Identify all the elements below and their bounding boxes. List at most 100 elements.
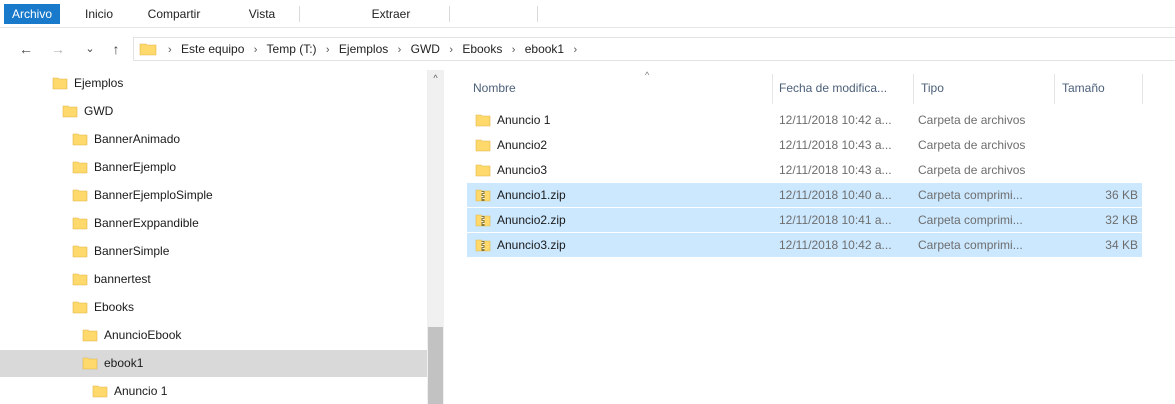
scroll-up-button[interactable]: ^ xyxy=(427,70,444,87)
tree-item-label: BannerEjemplo xyxy=(94,160,177,174)
file-row[interactable]: Anuncio2 12/11/2018 10:43 a... Carpeta de … xyxy=(467,133,1142,157)
tree-item[interactable]: BannerEjemploSimple xyxy=(0,182,427,209)
file-date: 12/11/2018 10:41 a... xyxy=(779,213,892,227)
tree-item[interactable]: BannerSimple xyxy=(0,238,427,265)
file-name: Anuncio2.zip xyxy=(497,213,566,227)
scroll-thumb[interactable] xyxy=(428,327,443,404)
file-type: Carpeta comprimi... xyxy=(918,188,1023,202)
breadcrumb-ejemplos[interactable]: Ejemplos xyxy=(339,42,388,56)
breadcrumb-separator[interactable]: › xyxy=(573,44,577,56)
breadcrumb-temp[interactable]: Temp (T:) xyxy=(267,42,317,56)
tree-item-label: BannerAnimado xyxy=(94,132,181,146)
column-divider[interactable] xyxy=(1054,74,1055,104)
column-divider[interactable] xyxy=(772,74,773,104)
breadcrumb: › Este equipo › Temp (T:) › Ejemplos › G… xyxy=(162,38,583,60)
column-header-type[interactable]: Tipo xyxy=(921,70,1051,106)
tab-inicio[interactable]: Inicio xyxy=(80,4,118,24)
folder-icon xyxy=(92,385,108,398)
folder-icon xyxy=(72,273,88,286)
tree-item[interactable]: AnuncioEbook xyxy=(0,322,427,349)
tree-item[interactable]: GWD xyxy=(0,98,427,125)
column-header-name[interactable]: Nombre ^ xyxy=(473,70,773,106)
breadcrumb-ebook1[interactable]: ebook1 xyxy=(525,42,564,56)
tree-item-label: BannerExppandible xyxy=(94,216,199,230)
file-list: Nombre ^ Fecha de modifica... Tipo Tamañ… xyxy=(445,70,1175,404)
tab-vista[interactable]: Vista xyxy=(244,4,280,24)
breadcrumb-gwd[interactable]: GWD xyxy=(411,42,440,56)
breadcrumb-ebooks[interactable]: Ebooks xyxy=(462,42,502,56)
folder-icon xyxy=(475,114,491,127)
file-row[interactable]: Anuncio1.zip 12/11/2018 10:40 a... Carpeta… xyxy=(467,183,1142,207)
navigation-pane: Ejemplos GWD BannerAnimado BannerEjemplo Ban… xyxy=(0,70,445,404)
back-button[interactable]: ← xyxy=(14,39,38,59)
tree-item-label: Anuncio 1 xyxy=(114,384,168,398)
file-row[interactable]: Anuncio3 12/11/2018 10:43 a... Carpeta de … xyxy=(467,158,1142,182)
column-header-size[interactable]: Tamaño xyxy=(1062,70,1142,106)
tree-item[interactable]: Ebooks xyxy=(0,294,427,321)
file-name: Anuncio1.zip xyxy=(497,188,566,202)
tree-item-label: BannerSimple xyxy=(94,244,170,258)
navigation-pane-scrollbar[interactable]: ^ xyxy=(427,70,444,404)
file-row[interactable]: Anuncio2.zip 12/11/2018 10:41 a... Carpeta… xyxy=(467,208,1142,232)
up-button[interactable]: ↑ xyxy=(104,39,128,59)
tree-item[interactable]: ebook1 xyxy=(0,350,427,377)
breadcrumb-separator[interactable]: › xyxy=(398,44,402,56)
column-header-name-label: Nombre xyxy=(473,81,516,95)
file-date: 12/11/2018 10:43 a... xyxy=(779,138,892,152)
folder-icon xyxy=(62,105,78,118)
recent-locations-button[interactable]: ⌄ xyxy=(82,39,98,59)
folder-icon xyxy=(475,139,491,152)
file-date: 12/11/2018 10:43 a... xyxy=(779,163,892,177)
file-date: 12/11/2018 10:40 a... xyxy=(779,188,892,202)
file-name: Anuncio3.zip xyxy=(497,238,566,252)
file-name: Anuncio 1 xyxy=(497,113,551,127)
breadcrumb-este-equipo[interactable]: Este equipo xyxy=(181,42,244,56)
breadcrumb-separator[interactable]: › xyxy=(449,44,453,56)
tree-item-label: AnuncioEbook xyxy=(104,328,182,342)
tree-item-label: bannertest xyxy=(94,272,151,286)
tree-item[interactable]: bannertest xyxy=(0,266,427,293)
breadcrumb-separator[interactable]: › xyxy=(326,44,330,56)
breadcrumb-separator: › xyxy=(168,44,172,56)
breadcrumb-separator[interactable]: › xyxy=(512,44,516,56)
tree-item-label: Ejemplos xyxy=(74,76,124,90)
file-date: 12/11/2018 10:42 a... xyxy=(779,113,892,127)
address-bar[interactable]: › Este equipo › Temp (T:) › Ejemplos › G… xyxy=(133,37,1175,61)
tree-item-label: GWD xyxy=(84,104,114,118)
tree-item-label: Ebooks xyxy=(94,300,135,314)
file-type: Carpeta comprimi... xyxy=(918,213,1023,227)
tree-item[interactable]: Anuncio 1 xyxy=(0,378,427,404)
file-type: Carpeta de archivos xyxy=(918,138,1026,152)
folder-icon xyxy=(72,189,88,202)
zip-folder-icon xyxy=(475,214,491,227)
file-size: 32 KB xyxy=(1105,213,1138,227)
tab-compartir[interactable]: Compartir xyxy=(141,4,207,24)
file-row[interactable]: Anuncio3.zip 12/11/2018 10:42 a... Carpeta… xyxy=(467,233,1142,257)
column-divider[interactable] xyxy=(1142,74,1143,104)
file-row[interactable]: Anuncio 1 12/11/2018 10:42 a... Carpeta de… xyxy=(467,108,1142,132)
file-type: Carpeta comprimi... xyxy=(918,238,1023,252)
file-date: 12/11/2018 10:42 a... xyxy=(779,238,892,252)
folder-icon xyxy=(475,164,491,177)
tree-item[interactable]: BannerAnimado xyxy=(0,126,427,153)
tab-archivo[interactable]: Archivo xyxy=(4,4,60,24)
tree-item-label: BannerEjemploSimple xyxy=(94,188,213,202)
folder-icon xyxy=(82,329,98,342)
file-size: 36 KB xyxy=(1105,188,1138,202)
navigation-bar: ← → ⌄ ↑ › Este equipo › Temp (T:) › Ejem… xyxy=(0,34,1175,64)
tab-extraer[interactable]: Extraer xyxy=(366,4,416,24)
tree-item[interactable]: Ejemplos xyxy=(0,70,427,97)
ribbon-divider xyxy=(299,6,300,22)
tree-item[interactable]: BannerExppandible xyxy=(0,210,427,237)
column-divider[interactable] xyxy=(913,74,914,104)
breadcrumb-separator[interactable]: › xyxy=(254,44,258,56)
folder-icon xyxy=(72,245,88,258)
tree-item-label: ebook1 xyxy=(104,356,144,370)
forward-button[interactable]: → xyxy=(46,39,70,59)
folder-icon xyxy=(72,217,88,230)
folder-icon xyxy=(82,357,98,370)
column-header-date[interactable]: Fecha de modifica... xyxy=(779,70,909,106)
tree-item[interactable]: BannerEjemplo xyxy=(0,154,427,181)
file-size: 34 KB xyxy=(1105,238,1138,252)
file-name: Anuncio2 xyxy=(497,138,548,152)
